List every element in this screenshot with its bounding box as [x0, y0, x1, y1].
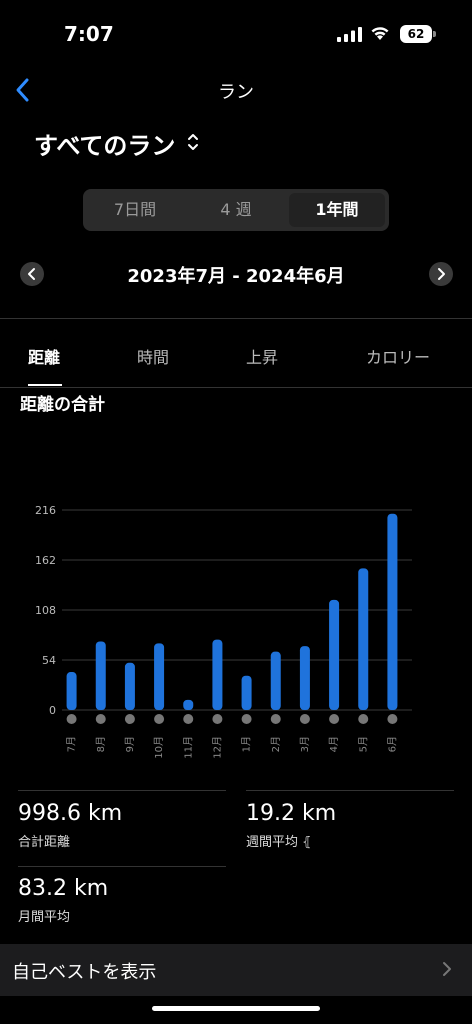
next-period-button[interactable]	[429, 262, 453, 286]
distance-bar-chart: 0 54 108 162 216 7月 8月 9月 10月 11月 12月 1月 2月 3月 4月 5月 6月	[35, 504, 412, 759]
x-tick-label: 7月	[66, 736, 78, 752]
bar	[241, 675, 252, 710]
bar	[212, 639, 223, 710]
bar	[358, 568, 369, 710]
stat-divider	[246, 790, 454, 791]
weekly-average-label: 週間平均 ⦃	[246, 835, 312, 850]
period-4weeks[interactable]: 4 週	[187, 193, 285, 227]
x-tick-label: 4月	[328, 736, 340, 752]
divider	[0, 387, 472, 388]
divider	[0, 318, 472, 319]
tab-underline	[28, 384, 62, 386]
tab-calories[interactable]: カロリー	[366, 344, 430, 368]
bar-dot	[241, 714, 252, 724]
tab-distance[interactable]: 距離	[28, 344, 60, 368]
bar	[387, 513, 398, 710]
updown-chevron-icon[interactable]	[186, 132, 200, 152]
bar	[124, 662, 135, 710]
bar	[270, 651, 281, 710]
wifi-icon	[371, 27, 389, 40]
x-tick-label: 3月	[299, 736, 311, 752]
stat-divider	[18, 790, 226, 791]
bar	[183, 699, 194, 710]
y-tick-label: 54	[42, 654, 56, 667]
period-segmented-control: 7日間 4 週 1年間	[83, 189, 389, 231]
total-distance-label: 合計距離	[18, 835, 71, 850]
battery-tip	[433, 31, 436, 37]
home-indicator	[152, 1006, 320, 1011]
x-tick-label: 1月	[241, 736, 253, 752]
y-tick-label: 0	[49, 704, 56, 717]
total-distance-value: 998.6 km	[18, 801, 123, 826]
tab-elevation[interactable]: 上昇	[246, 344, 278, 368]
bar	[329, 599, 340, 710]
chevron-right-icon	[443, 962, 451, 976]
bar-dot	[387, 714, 398, 724]
x-tick-label: 9月	[124, 736, 136, 752]
y-tick-label: 162	[35, 554, 56, 567]
weekly-average-value: 19.2 km	[246, 801, 337, 826]
personal-best-label: 自己ベストを表示	[12, 962, 157, 983]
bar-dot	[299, 714, 310, 724]
tab-time[interactable]: 時間	[137, 344, 169, 368]
nav-title: ラン	[218, 82, 254, 103]
period-1year[interactable]: 1年間	[289, 193, 385, 227]
date-range: 2023年7月 - 2024年6月	[127, 266, 345, 287]
bar-dot	[270, 714, 281, 724]
x-tick-label: 12月	[211, 736, 223, 759]
battery-indicator: 62	[400, 25, 432, 43]
bar-dot	[154, 714, 165, 724]
x-tick-label: 10月	[153, 736, 165, 759]
bar	[154, 643, 165, 710]
y-tick-label: 216	[35, 504, 56, 517]
bar-dot	[329, 714, 340, 724]
status-time: 7:07	[64, 22, 114, 46]
bar-dot	[358, 714, 369, 724]
chevron-right-icon	[438, 268, 445, 280]
bar-dot	[212, 714, 223, 724]
x-tick-label: 2月	[270, 736, 282, 752]
x-tick-label: 6月	[386, 736, 398, 752]
chart-title: 距離の合計	[20, 395, 105, 415]
x-tick-label: 5月	[357, 736, 369, 752]
bar-dot	[95, 714, 106, 724]
x-tick-label: 11月	[182, 736, 194, 759]
monthly-average-value: 83.2 km	[18, 876, 109, 901]
bar	[66, 672, 77, 710]
stat-divider	[18, 866, 226, 867]
y-tick-label: 108	[35, 604, 56, 617]
monthly-average-label: 月間平均	[18, 910, 71, 925]
x-tick-label: 8月	[95, 736, 107, 752]
bar	[95, 641, 106, 710]
period-7days[interactable]: 7日間	[87, 193, 183, 227]
activity-selector[interactable]: すべてのラン	[34, 126, 175, 161]
bar-dot	[183, 714, 194, 724]
bar-dot	[66, 714, 77, 724]
bar	[299, 646, 310, 710]
bar-dot	[124, 714, 135, 724]
signal-icon	[337, 27, 362, 42]
